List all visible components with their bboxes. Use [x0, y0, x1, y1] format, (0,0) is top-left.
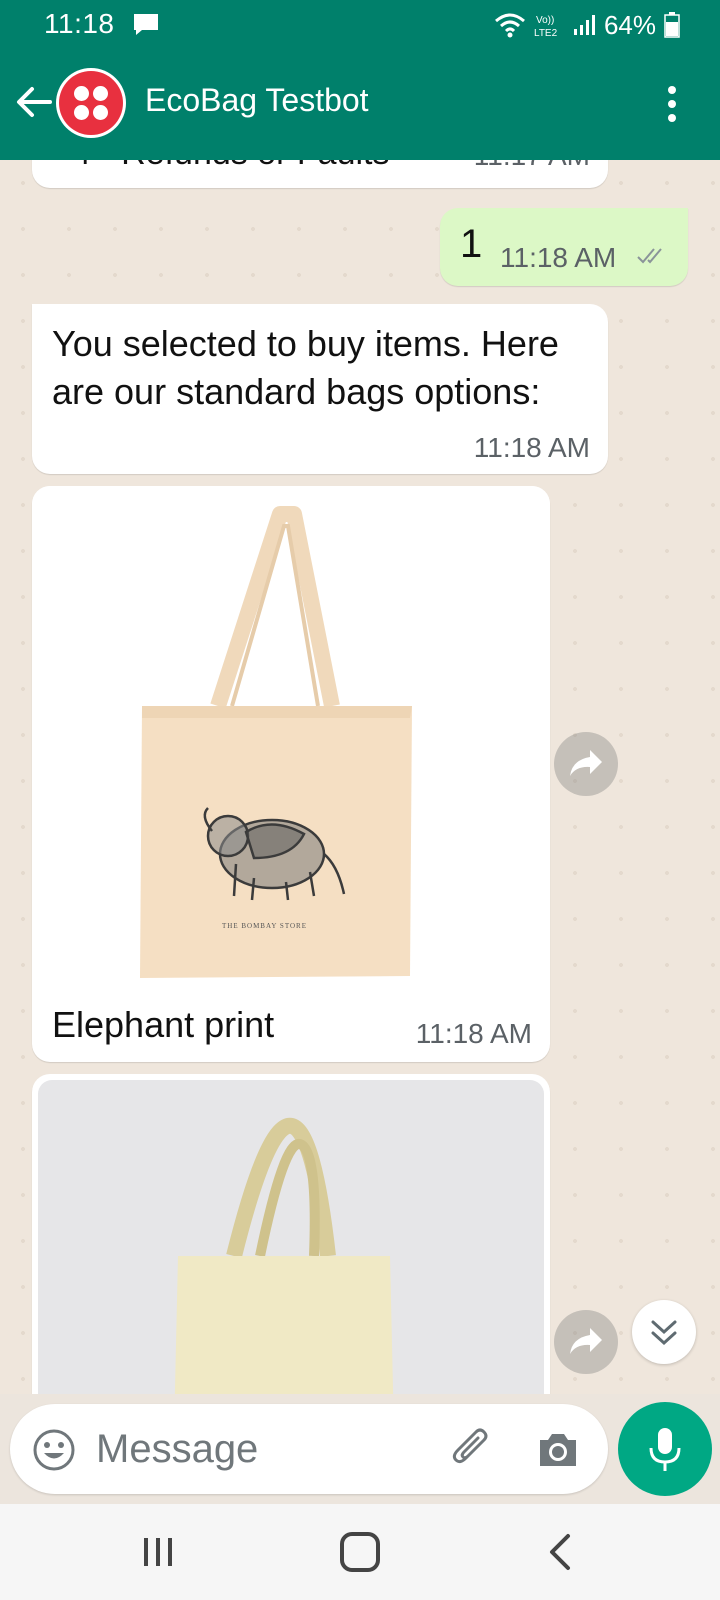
top-bar: 11:18 Vo)) LTE2 64% EcoBag Testbot [0, 0, 720, 160]
message-icon [134, 14, 158, 35]
camera-icon[interactable] [536, 1430, 580, 1470]
back-arrow-icon[interactable] [14, 82, 54, 122]
message-text: 1 [460, 222, 483, 266]
double-check-icon [637, 248, 662, 264]
attach-icon[interactable] [448, 1426, 494, 1472]
image-message[interactable]: THE BOMBAY STORE Elephant print 11:18 AM [32, 486, 550, 1062]
battery-percent: 64% [603, 9, 656, 40]
incoming-message[interactable]: You selected to buy items. Here are our … [32, 304, 608, 474]
status-time: 11:18 [44, 8, 115, 39]
nav-back-icon[interactable] [542, 1532, 582, 1572]
svg-text:Vo)): Vo)) [536, 15, 554, 26]
app-bar: EcoBag Testbot [0, 58, 720, 148]
message-input[interactable] [96, 1420, 416, 1478]
status-icons: Vo)) LTE2 64% [494, 10, 680, 40]
message-time: 11:18 AM [473, 432, 590, 463]
image-caption: Elephant print [52, 1004, 275, 1045]
message-text: You selected to buy items. Here are our … [52, 323, 559, 412]
scroll-to-bottom-button[interactable] [632, 1300, 696, 1364]
message-bubble-partial[interactable]: 4 - Refunds or Faults 11:17 AM [32, 160, 608, 188]
signal-icon [573, 15, 595, 35]
forward-icon [570, 1328, 602, 1354]
bag-print-text: THE BOMBAY STORE [222, 922, 307, 930]
image-message[interactable] [32, 1074, 550, 1394]
chat-area[interactable]: 4 - Refunds or Faults 11:17 AM 1 11:18 A… [0, 160, 720, 1394]
message-time: 11:18 AM [415, 1018, 532, 1049]
message-time: 11:17 AM [474, 160, 590, 172]
mic-icon [649, 1428, 681, 1471]
message-time: 11:18 AM [500, 242, 617, 273]
forward-icon [570, 750, 602, 776]
system-nav-bar [0, 1504, 720, 1600]
more-vert-icon[interactable] [666, 84, 678, 124]
twilio-logo-icon [59, 71, 123, 135]
avatar[interactable] [56, 68, 126, 138]
chevron-double-down-icon [651, 1320, 677, 1346]
chat-title[interactable]: EcoBag Testbot [145, 82, 369, 119]
home-icon[interactable] [338, 1530, 382, 1574]
message-composer [10, 1404, 608, 1494]
svg-text:LTE2: LTE2 [534, 28, 558, 38]
forward-button[interactable] [554, 732, 618, 796]
battery-icon [664, 12, 680, 38]
volte-icon: Vo)) LTE2 [534, 15, 558, 38]
emoji-icon[interactable] [32, 1428, 76, 1472]
forward-button[interactable] [554, 1310, 618, 1374]
status-bar: 11:18 Vo)) LTE2 64% [0, 0, 720, 52]
product-image-elephant-bag[interactable]: THE BOMBAY STORE [32, 486, 550, 986]
recents-icon[interactable] [138, 1532, 178, 1572]
outgoing-message[interactable]: 1 11:18 AM [440, 208, 688, 286]
product-image-plain-bag[interactable] [38, 1080, 544, 1394]
mic-button[interactable] [618, 1402, 712, 1496]
message-text: 4 - Refunds or Faults [72, 160, 389, 173]
wifi-icon [494, 13, 525, 38]
